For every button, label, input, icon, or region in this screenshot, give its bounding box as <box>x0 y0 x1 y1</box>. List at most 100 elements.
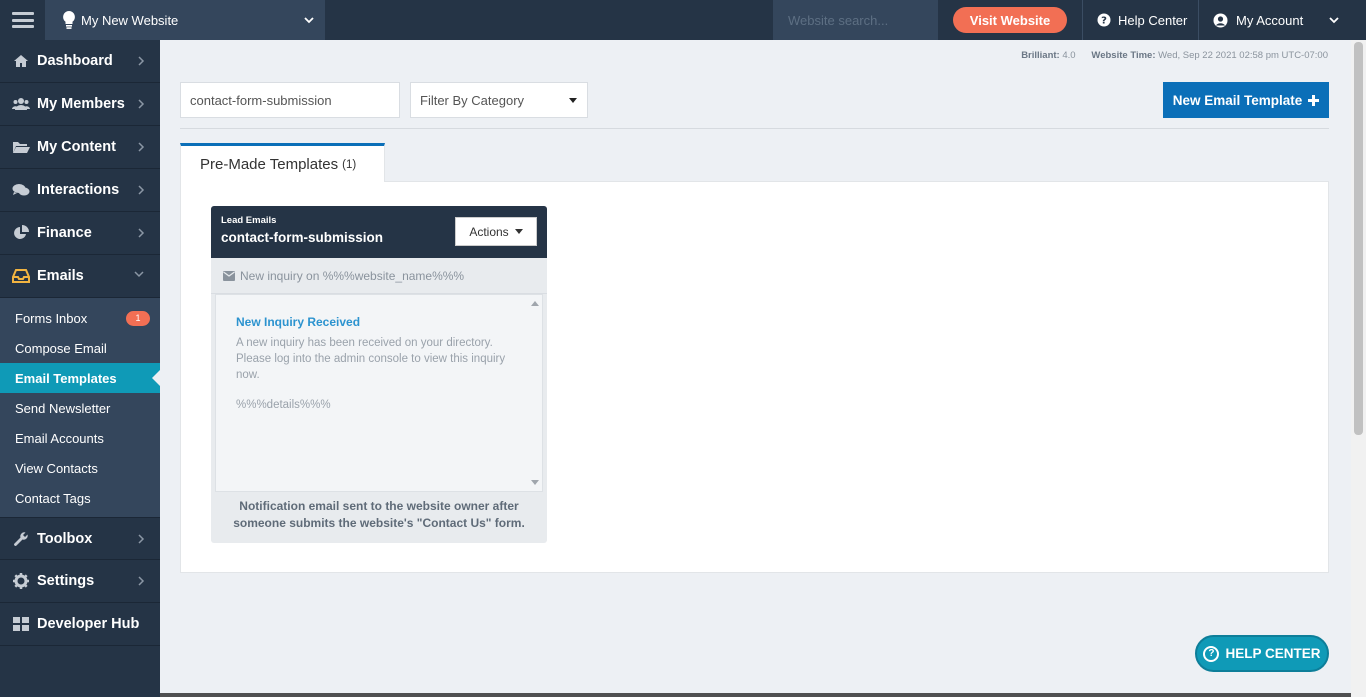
sidebar-item-my-content[interactable]: My Content <box>0 126 160 169</box>
filter-by-category-select[interactable]: Filter By Category <box>410 82 588 118</box>
sidebar-item-label: Compose Email <box>15 340 107 356</box>
sidebar-item-emails[interactable]: Emails <box>0 255 160 298</box>
sidebar-item-label: Contact Tags <box>15 490 91 506</box>
preview-scrollbar[interactable] <box>528 295 542 491</box>
chevron-right-icon <box>138 142 145 152</box>
folder-icon <box>12 139 30 155</box>
template-card-header: Lead Emails contact-form-submission Acti… <box>211 206 547 258</box>
unread-count-badge: 1 <box>126 311 150 326</box>
filter-select-label: Filter By Category <box>420 92 525 108</box>
help-center-label: Help Center <box>1118 12 1188 28</box>
user-circle-icon <box>1213 13 1228 27</box>
preview-title: New Inquiry Received <box>236 315 361 329</box>
svg-text:?: ? <box>1101 16 1107 27</box>
sidebar-item-label: Settings <box>37 573 95 589</box>
template-search-input[interactable] <box>180 82 400 118</box>
new-email-template-button[interactable]: New Email Template <box>1163 82 1329 118</box>
sidebar-item-label: Finance <box>37 225 92 241</box>
top-bar: My New Website Visit Website ? Help Cent… <box>0 0 1366 40</box>
chevron-right-icon <box>138 185 145 195</box>
tab-count: (1) <box>342 159 357 171</box>
template-preview-content: New Inquiry Received A new inquiry has b… <box>216 295 528 491</box>
hamburger-icon <box>11 12 34 28</box>
sidebar-item-label: Email Accounts <box>15 430 104 446</box>
grid-icon <box>12 616 30 632</box>
pie-chart-icon <box>12 225 30 241</box>
scroll-up-icon[interactable] <box>531 301 539 306</box>
chevron-right-icon <box>138 56 145 66</box>
website-time-label: Website Time: <box>1091 50 1156 61</box>
website-selector[interactable]: My New Website <box>45 0 325 40</box>
chevron-right-icon <box>138 534 145 544</box>
lightbulb-icon <box>63 11 75 29</box>
website-time-value: Wed, Sep 22 2021 02:58 pm UTC-07:00 <box>1158 50 1328 61</box>
sidebar-item-label: My Members <box>37 96 125 112</box>
divider <box>1198 0 1199 40</box>
sidebar-item-finance[interactable]: Finance <box>0 212 160 255</box>
wrench-icon <box>12 531 30 547</box>
sidebar-item-forms-inbox[interactable]: Forms Inbox 1 <box>0 303 160 333</box>
website-search-input[interactable] <box>773 0 938 40</box>
users-icon <box>12 96 30 112</box>
actions-dropdown-button[interactable]: Actions <box>455 217 537 246</box>
question-circle-icon: ? <box>1097 13 1111 27</box>
sidebar-item-settings[interactable]: Settings <box>0 560 160 603</box>
sidebar-item-label: View Contacts <box>15 460 98 476</box>
help-center-floating-button[interactable]: ? HELP CENTER <box>1195 635 1329 672</box>
chevron-right-icon <box>138 99 145 109</box>
tab-label: Pre-Made Templates <box>200 155 339 173</box>
sidebar-item-contact-tags[interactable]: Contact Tags <box>0 483 160 513</box>
site-meta-info: Brilliant: 4.0 Website Time: Wed, Sep 22… <box>1021 50 1328 61</box>
actions-label: Actions <box>469 224 509 239</box>
chevron-down-icon <box>304 17 314 24</box>
sidebar-item-label: Dashboard <box>37 53 113 69</box>
sidebar-item-label: Emails <box>37 268 84 284</box>
sidebar-item-developer-hub[interactable]: Developer Hub <box>0 603 160 646</box>
question-circle-icon: ? <box>1203 645 1220 662</box>
preview-body: A new inquiry has been received on your … <box>236 337 506 381</box>
chevron-right-icon <box>138 576 145 586</box>
template-description: Notification email sent to the website o… <box>233 499 525 530</box>
caret-down-icon <box>514 229 523 234</box>
chevron-down-icon <box>134 271 144 278</box>
envelope-icon <box>223 270 235 281</box>
sidebar-item-email-accounts[interactable]: Email Accounts <box>0 423 160 453</box>
sidebar-item-email-templates[interactable]: Email Templates <box>0 363 160 393</box>
template-subject: New inquiry on %%%website_name%%% <box>211 258 547 294</box>
sidebar-item-label: Forms Inbox <box>15 310 88 326</box>
inbox-icon <box>12 268 30 284</box>
sidebar-item-label: My Content <box>37 139 116 155</box>
sidebar-item-label: Toolbox <box>37 530 93 547</box>
menu-toggle-button[interactable] <box>0 0 45 40</box>
sidebar-item-send-newsletter[interactable]: Send Newsletter <box>0 393 160 423</box>
divider <box>1082 0 1083 40</box>
gear-icon <box>12 573 30 589</box>
sidebar-item-label: Interactions <box>37 182 120 198</box>
my-account-label: My Account <box>1236 12 1304 28</box>
emails-submenu: Forms Inbox 1 Compose Email Email Templa… <box>0 298 160 517</box>
tab-pre-made-templates[interactable]: Pre-Made Templates (1) <box>180 143 385 182</box>
chevron-down-icon[interactable] <box>1328 14 1340 26</box>
toolbar-divider <box>180 128 1329 129</box>
page-scrollbar[interactable] <box>1351 40 1366 697</box>
version-value: 4.0 <box>1062 50 1076 61</box>
version-label: Brilliant: <box>1021 50 1060 61</box>
visit-website-button[interactable]: Visit Website <box>953 7 1067 33</box>
template-subject-text: New inquiry on %%%website_name%%% <box>240 268 465 283</box>
scrollbar-thumb[interactable] <box>1354 42 1363 435</box>
chevron-right-icon <box>138 228 145 238</box>
sidebar: Dashboard My Members My Content Interact… <box>0 40 160 697</box>
website-name: My New Website <box>81 12 179 28</box>
sidebar-item-toolbox[interactable]: Toolbox <box>0 517 160 560</box>
template-preview[interactable]: New Inquiry Received A new inquiry has b… <box>215 294 543 492</box>
help-center-link[interactable]: ? Help Center <box>1097 0 1187 40</box>
caret-down-icon <box>569 98 577 103</box>
sidebar-item-dashboard[interactable]: Dashboard <box>0 40 160 83</box>
sidebar-item-view-contacts[interactable]: View Contacts <box>0 453 160 483</box>
sidebar-item-compose-email[interactable]: Compose Email <box>0 333 160 363</box>
my-account-link[interactable]: My Account <box>1213 0 1303 40</box>
home-icon <box>12 53 30 69</box>
sidebar-item-my-members[interactable]: My Members <box>0 83 160 126</box>
sidebar-item-interactions[interactable]: Interactions <box>0 169 160 212</box>
scroll-down-icon[interactable] <box>531 480 539 485</box>
